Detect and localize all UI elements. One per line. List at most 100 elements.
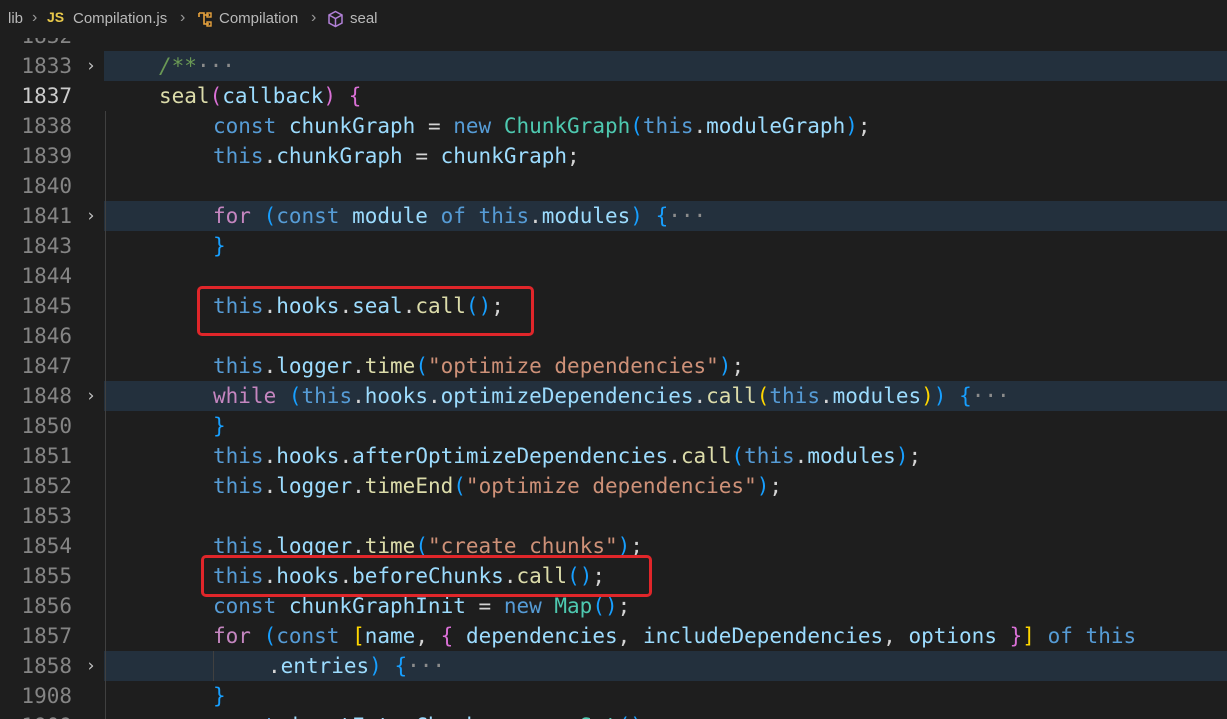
code-token: (	[263, 204, 277, 228]
code-token: (	[415, 354, 428, 378]
code-line[interactable]: 1843}	[0, 231, 1227, 261]
code-token: ()	[618, 714, 643, 719]
code-token: this	[1085, 624, 1137, 648]
code-token: includeDependencies	[642, 624, 884, 648]
line-source: this.logger.timeEnd("optimize dependenci…	[213, 471, 782, 501]
folded-ellipsis-button[interactable]: ···	[197, 54, 235, 78]
code-token: .	[693, 114, 707, 138]
folded-ellipsis-button[interactable]: ···	[972, 384, 1010, 408]
code-line[interactable]: 1844	[0, 261, 1227, 291]
line-source: while (this.hooks.optimizeDependencies.c…	[213, 381, 1010, 411]
code-token: .	[352, 474, 365, 498]
code-token: (	[453, 474, 466, 498]
chevron-right-icon: ›	[32, 9, 38, 26]
code-line[interactable]: 1852 this.logger.timeEnd("optimize depend…	[0, 471, 1227, 501]
code-token: .	[352, 384, 365, 408]
code-token: entries	[280, 654, 370, 678]
line-number: 1857	[21, 624, 72, 648]
code-line[interactable]: 1837 seal(callback) {	[0, 81, 1227, 111]
code-token: const	[213, 114, 289, 138]
code-token: name	[364, 624, 416, 648]
line-source: seal(callback) {	[159, 81, 361, 111]
code-line[interactable]: 1833 › /**···	[0, 51, 1227, 81]
code-token: Map	[554, 594, 593, 618]
line-number: 1839	[21, 144, 72, 168]
code-token: )	[630, 204, 643, 228]
code-token: }	[213, 234, 226, 258]
line-number: 1851	[21, 444, 72, 468]
code-line[interactable]: 1851 this.hooks.afterOptimizeDependencies…	[0, 441, 1227, 471]
code-token: modules	[832, 384, 922, 408]
code-token: {	[655, 204, 669, 228]
code-token: .	[263, 354, 277, 378]
line-number: 1854	[21, 534, 72, 558]
annotation-box	[197, 286, 534, 336]
code-token: this	[769, 384, 820, 408]
fold-chevron-icon[interactable]: ›	[82, 201, 100, 231]
code-token: optimizeDependencies	[440, 384, 694, 408]
code-line[interactable]: 1857 for (const [name, { dependencies, in…	[0, 621, 1227, 651]
code-token: this	[213, 354, 264, 378]
line-number: 1852	[21, 474, 72, 498]
fold-chevron-icon[interactable]: ›	[82, 651, 100, 681]
breadcrumb-folder[interactable]: lib	[8, 10, 23, 27]
breadcrumb-method[interactable]: seal	[350, 10, 378, 27]
fold-chevron-icon[interactable]: ›	[82, 381, 100, 411]
line-number: 1843	[21, 234, 72, 258]
code-line[interactable]: 1838 const chunkGraph = new ChunkGraph(th…	[0, 111, 1227, 141]
code-token: (	[630, 114, 643, 138]
line-source: for (const [name, { dependencies, includ…	[213, 621, 1136, 651]
code-line[interactable]: 1839 this.chunkGraph = chunkGraph;	[0, 141, 1227, 171]
code-line[interactable]: 1853	[0, 501, 1227, 531]
code-token: chunkGraphInit	[288, 594, 466, 618]
code-token: inputEntryChunks	[289, 714, 491, 719]
code-line[interactable]: 1858 › .entries) {···	[0, 651, 1227, 681]
fold-chevron-icon[interactable]: ›	[82, 51, 100, 81]
code-token: this	[213, 444, 264, 468]
line-source: for (const module of this.modules) {···	[213, 201, 706, 231]
code-token: (	[209, 84, 223, 108]
code-editor[interactable]: 18321833›/**···1837seal(callback) {1838c…	[0, 0, 1227, 719]
code-token: callback	[222, 84, 324, 108]
code-line[interactable]: 1908}	[0, 681, 1227, 711]
code-token: const	[276, 204, 353, 228]
line-number: 1833	[21, 54, 72, 78]
code-token: )	[895, 444, 909, 468]
code-token: =	[415, 114, 454, 138]
code-token: dependencies	[465, 624, 618, 648]
code-token: (	[288, 384, 302, 408]
code-token: ;	[857, 114, 871, 138]
code-line[interactable]: 1841 › for (const module of this.modules) …	[0, 201, 1227, 231]
line-source: /**···	[159, 51, 235, 81]
breadcrumb-class[interactable]: Compilation	[219, 10, 298, 27]
code-line[interactable]: 1845 this.hooks.seal.call();	[0, 291, 1227, 321]
breadcrumb: lib › JS Compilation.js › Compilation › …	[0, 0, 1227, 38]
breadcrumb-file[interactable]: Compilation.js	[73, 10, 167, 27]
folded-ellipsis-button[interactable]: ···	[668, 204, 706, 228]
code-line[interactable]: 1840	[0, 171, 1227, 201]
code-line[interactable]: 1848 › while (this.hooks.optimizeDependenc…	[0, 381, 1227, 411]
code-token: modules	[807, 444, 896, 468]
code-line[interactable]: 1850}	[0, 411, 1227, 441]
code-token: this	[642, 114, 694, 138]
code-token: {	[959, 384, 972, 408]
code-token: .	[339, 444, 353, 468]
code-token: =	[491, 714, 529, 719]
line-number: 1838	[21, 114, 72, 138]
code-token: of	[1047, 624, 1086, 648]
code-token: /**	[159, 54, 197, 78]
code-token: ;	[769, 474, 783, 498]
folded-ellipsis-button[interactable]: ···	[407, 654, 445, 678]
code-token: .	[693, 384, 707, 408]
line-number: 1844	[21, 264, 72, 288]
code-token: }	[1009, 624, 1023, 648]
line-source: const chunkGraph = new ChunkGraph(this.m…	[213, 111, 871, 141]
code-line[interactable]: 1909 const inputEntryChunks = new Set();	[0, 711, 1227, 719]
code-line[interactable]: 1846	[0, 321, 1227, 351]
line-source: this.logger.time("optimize dependencies"…	[213, 351, 744, 381]
code-line[interactable]: 1847 this.logger.time("optimize dependenc…	[0, 351, 1227, 381]
